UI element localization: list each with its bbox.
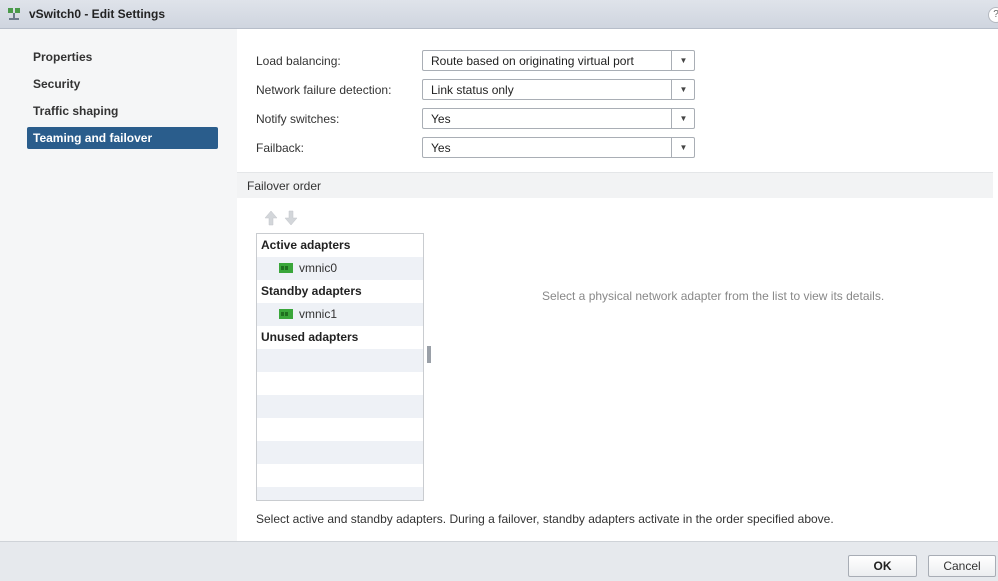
arrow-down-icon[interactable] <box>284 210 298 226</box>
failover-help-text: Select active and standby adapters. Duri… <box>256 512 834 526</box>
empty-row <box>257 464 423 487</box>
failback-select[interactable]: Yes ▼ <box>422 137 695 158</box>
load-balancing-label: Load balancing: <box>256 54 341 68</box>
load-balancing-value: Route based on originating virtual port <box>431 54 634 68</box>
chevron-down-icon[interactable]: ▼ <box>671 80 695 99</box>
adapter-name: vmnic1 <box>299 307 338 321</box>
adapter-list[interactable]: Active adapters vmnic0 Standby adapters … <box>256 233 424 501</box>
adapter-details-placeholder: Select a physical network adapter from t… <box>542 289 885 303</box>
list-item-adapter[interactable]: vmnic1 <box>257 303 423 326</box>
dialog-title-bar: vSwitch0 - Edit Settings ? <box>0 0 998 29</box>
nav-item-security[interactable]: Security <box>27 73 218 95</box>
chevron-down-icon[interactable]: ▼ <box>671 51 695 70</box>
notify-switches-value: Yes <box>431 112 451 126</box>
chevron-down-icon[interactable]: ▼ <box>671 138 695 157</box>
cancel-button[interactable]: Cancel <box>928 555 996 577</box>
failure-detection-label: Network failure detection: <box>256 83 392 97</box>
arrow-up-icon[interactable] <box>264 210 278 226</box>
settings-nav: Properties Security Traffic shaping Team… <box>0 29 237 541</box>
notify-switches-label: Notify switches: <box>256 112 340 126</box>
chevron-down-icon[interactable]: ▼ <box>671 109 695 128</box>
failback-label: Failback: <box>256 141 305 155</box>
list-item-adapter[interactable]: vmnic0 <box>257 257 423 280</box>
failure-detection-value: Link status only <box>431 83 514 97</box>
dialog-title: vSwitch0 - Edit Settings <box>29 7 166 21</box>
vswitch-icon <box>8 8 20 20</box>
load-balancing-select[interactable]: Route based on originating virtual port … <box>422 50 695 71</box>
failover-order-header: Failover order <box>237 172 993 198</box>
empty-row <box>257 418 423 441</box>
empty-row <box>257 395 423 418</box>
group-header-unused: Unused adapters <box>261 330 359 344</box>
group-header-active: Active adapters <box>261 238 351 252</box>
empty-row <box>257 441 423 464</box>
pane-splitter[interactable] <box>427 346 431 363</box>
failure-detection-select[interactable]: Link status only ▼ <box>422 79 695 100</box>
adapter-name: vmnic0 <box>299 261 338 275</box>
notify-switches-select[interactable]: Yes ▼ <box>422 108 695 129</box>
nav-item-teaming-and-failover[interactable]: Teaming and failover <box>27 127 218 149</box>
network-adapter-icon <box>279 263 293 273</box>
failback-value: Yes <box>431 141 451 155</box>
empty-row <box>257 372 423 395</box>
nav-item-properties[interactable]: Properties <box>27 46 218 68</box>
help-icon[interactable]: ? <box>988 7 998 23</box>
network-adapter-icon <box>279 309 293 319</box>
group-header-standby: Standby adapters <box>261 284 362 298</box>
nav-item-traffic-shaping[interactable]: Traffic shaping <box>27 100 218 122</box>
empty-row <box>257 349 423 372</box>
ok-button[interactable]: OK <box>848 555 917 577</box>
empty-row <box>257 487 423 500</box>
failover-order-title: Failover order <box>247 179 322 193</box>
